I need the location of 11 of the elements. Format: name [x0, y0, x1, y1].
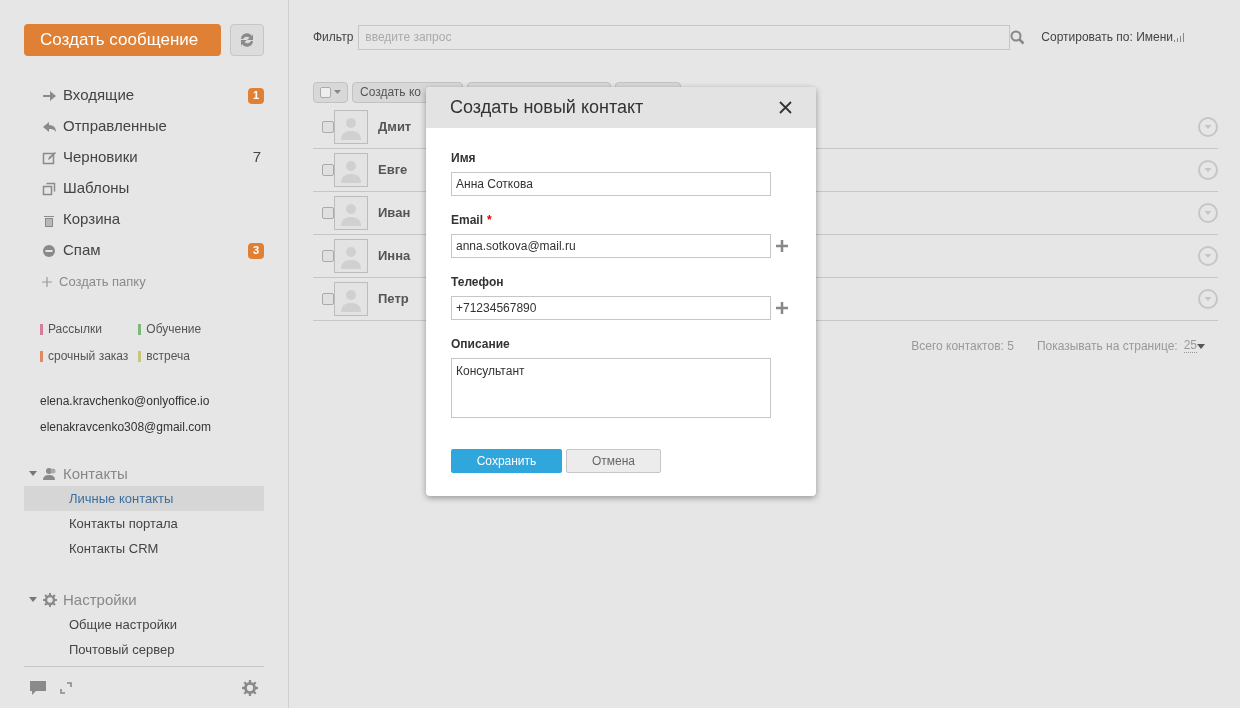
field-label: Описание — [451, 336, 510, 353]
folder-count: 7 — [252, 147, 261, 168]
field-label: Email — [451, 212, 483, 229]
required-asterisk: * — [487, 212, 492, 229]
field-label: Телефон — [451, 274, 504, 291]
unread-badge: 1 — [248, 87, 264, 104]
per-page-label: Показывать на странице: — [1036, 338, 1178, 355]
total-count: Всего контактов: 5 — [911, 338, 1014, 355]
filter-label: Фильтр — [313, 29, 354, 46]
unread-badge: 3 — [248, 242, 264, 259]
field-label: Имя — [451, 150, 476, 167]
